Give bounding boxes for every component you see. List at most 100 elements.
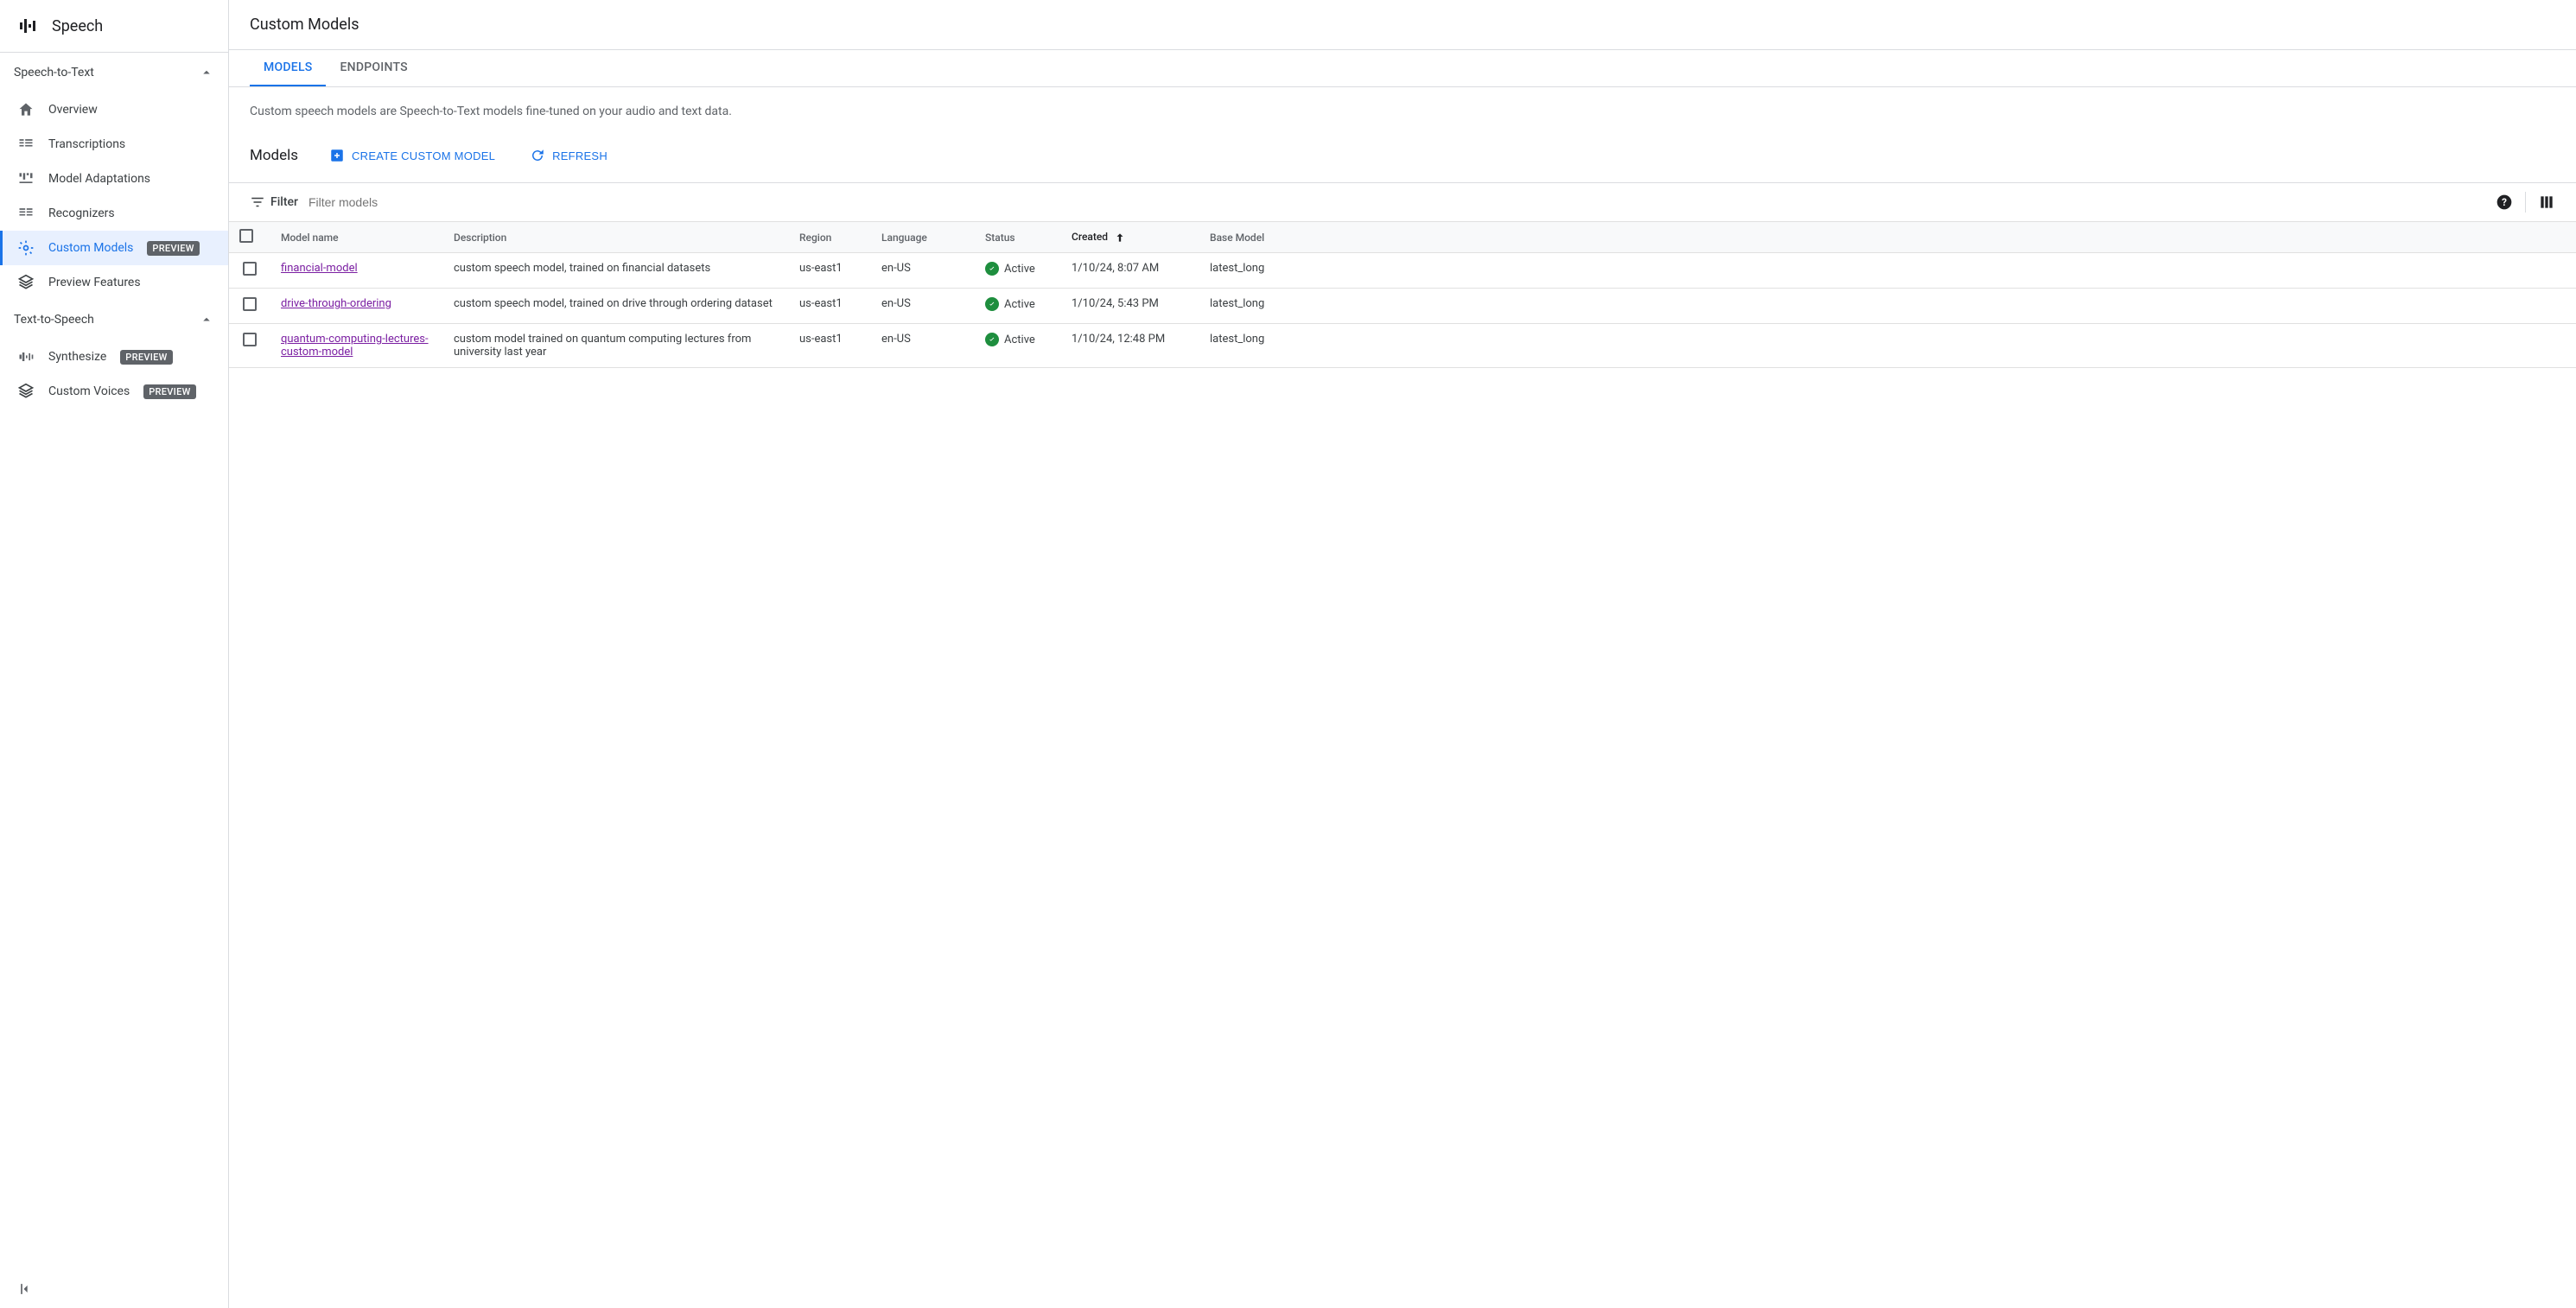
cell-description: custom model trained on quantum computin… — [443, 324, 789, 368]
cell-region: us-east1 — [789, 253, 871, 289]
cell-language: en-US — [871, 253, 975, 289]
cell-base: latest_long — [1199, 324, 2576, 368]
column-header-status[interactable]: Status — [975, 222, 1061, 253]
check-circle-icon — [985, 262, 999, 276]
sidebar-header: Speech — [0, 0, 228, 53]
sidebar-item-recognizers[interactable]: Recognizers — [0, 196, 228, 231]
refresh-icon — [530, 148, 545, 163]
table-row: quantum-computing-lectures-custom-model … — [229, 324, 2576, 368]
check-circle-icon — [985, 297, 999, 311]
home-icon — [17, 101, 35, 118]
tab-models[interactable]: MODELS — [250, 50, 326, 86]
sidebar-item-overview[interactable]: Overview — [0, 92, 228, 127]
cell-base: latest_long — [1199, 289, 2576, 324]
button-label: REFRESH — [552, 149, 607, 162]
adaptations-icon — [17, 170, 35, 187]
svg-text:?: ? — [2502, 196, 2507, 208]
column-header-base[interactable]: Base Model — [1199, 222, 2576, 253]
check-circle-icon — [985, 333, 999, 346]
page-description: Custom speech models are Speech-to-Text … — [229, 87, 2576, 136]
select-all-header — [229, 222, 270, 253]
section-header-label: Text-to-Speech — [14, 313, 94, 327]
tab-endpoints[interactable]: ENDPOINTS — [326, 50, 421, 86]
chevron-up-icon — [199, 312, 214, 327]
cell-language: en-US — [871, 324, 975, 368]
sidebar-item-label: Overview — [48, 103, 98, 117]
section-header-tts[interactable]: Text-to-Speech — [0, 300, 228, 340]
add-box-icon — [329, 148, 345, 163]
sort-ascending-icon — [1114, 232, 1126, 244]
filter-icon — [250, 194, 265, 210]
cell-created: 1/10/24, 5:43 PM — [1061, 289, 1199, 324]
column-settings-icon[interactable] — [2538, 194, 2555, 211]
cell-created: 1/10/24, 12:48 PM — [1061, 324, 1199, 368]
sidebar-title: Speech — [52, 17, 103, 35]
divider — [2525, 192, 2526, 213]
layers-icon — [17, 383, 35, 400]
custom-models-icon — [17, 239, 35, 257]
sidebar-item-label: Model Adaptations — [48, 172, 150, 186]
refresh-button[interactable]: REFRESH — [526, 143, 611, 168]
sidebar-item-label: Custom Voices — [48, 384, 130, 398]
sidebar-item-label: Preview Features — [48, 276, 141, 289]
sidebar-item-label: Recognizers — [48, 206, 115, 220]
model-name-link[interactable]: drive-through-ordering — [281, 297, 391, 310]
models-table: Model name Description Region Language S… — [229, 221, 2576, 368]
column-header-description[interactable]: Description — [443, 222, 789, 253]
speech-product-icon — [17, 16, 38, 36]
status-badge: Active — [985, 262, 1035, 276]
section-header-label: Speech-to-Text — [14, 66, 94, 79]
section-header-stt[interactable]: Speech-to-Text — [0, 53, 228, 92]
column-header-created[interactable]: Created — [1061, 222, 1199, 253]
model-name-link[interactable]: financial-model — [281, 262, 358, 275]
sidebar-item-custom-models[interactable]: Custom Models PREVIEW — [0, 231, 228, 265]
section-heading: Models — [250, 147, 298, 164]
sidebar: Speech Speech-to-Text Overview Transcrip… — [0, 0, 229, 1308]
cell-description: custom speech model, trained on financia… — [443, 253, 789, 289]
chevron-up-icon — [199, 65, 214, 80]
sidebar-item-model-adaptations[interactable]: Model Adaptations — [0, 162, 228, 196]
sidebar-item-label: Synthesize — [48, 350, 106, 364]
model-name-link[interactable]: quantum-computing-lectures-custom-model — [281, 333, 429, 359]
status-badge: Active — [985, 297, 1035, 311]
table-row: drive-through-ordering custom speech mod… — [229, 289, 2576, 324]
cell-created: 1/10/24, 8:07 AM — [1061, 253, 1199, 289]
column-header-language[interactable]: Language — [871, 222, 975, 253]
preview-badge: PREVIEW — [120, 350, 172, 365]
sidebar-item-label: Custom Models — [48, 241, 133, 255]
button-label: CREATE CUSTOM MODEL — [352, 149, 495, 162]
row-checkbox[interactable] — [243, 333, 257, 346]
select-all-checkbox[interactable] — [239, 229, 253, 243]
column-header-name[interactable]: Model name — [270, 222, 443, 253]
status-badge: Active — [985, 333, 1035, 346]
table-row: financial-model custom speech model, tra… — [229, 253, 2576, 289]
preview-badge: PREVIEW — [143, 384, 195, 399]
cell-base: latest_long — [1199, 253, 2576, 289]
create-custom-model-button[interactable]: CREATE CUSTOM MODEL — [326, 143, 499, 168]
layers-icon — [17, 274, 35, 291]
cell-description: custom speech model, trained on drive th… — [443, 289, 789, 324]
main-content: Custom Models MODELS ENDPOINTS Custom sp… — [229, 0, 2576, 1308]
sidebar-item-preview-features[interactable]: Preview Features — [0, 265, 228, 300]
collapse-sidebar-icon[interactable] — [17, 1280, 35, 1298]
cell-region: us-east1 — [789, 289, 871, 324]
sidebar-item-custom-voices[interactable]: Custom Voices PREVIEW — [0, 374, 228, 409]
row-checkbox[interactable] — [243, 262, 257, 276]
sidebar-item-synthesize[interactable]: Synthesize PREVIEW — [0, 340, 228, 374]
sidebar-item-label: Transcriptions — [48, 137, 125, 151]
filter-label: Filter — [250, 194, 298, 210]
recognizers-icon — [17, 205, 35, 222]
sidebar-item-transcriptions[interactable]: Transcriptions — [0, 127, 228, 162]
filter-bar: Filter ? — [229, 182, 2576, 221]
preview-badge: PREVIEW — [147, 241, 199, 256]
row-checkbox[interactable] — [243, 297, 257, 311]
cell-language: en-US — [871, 289, 975, 324]
synthesize-icon — [17, 348, 35, 365]
tabs: MODELS ENDPOINTS — [229, 50, 2576, 87]
filter-input[interactable] — [308, 195, 2485, 209]
cell-region: us-east1 — [789, 324, 871, 368]
page-title: Custom Models — [229, 0, 2576, 50]
column-header-region[interactable]: Region — [789, 222, 871, 253]
transcriptions-icon — [17, 136, 35, 153]
help-icon[interactable]: ? — [2496, 194, 2513, 211]
